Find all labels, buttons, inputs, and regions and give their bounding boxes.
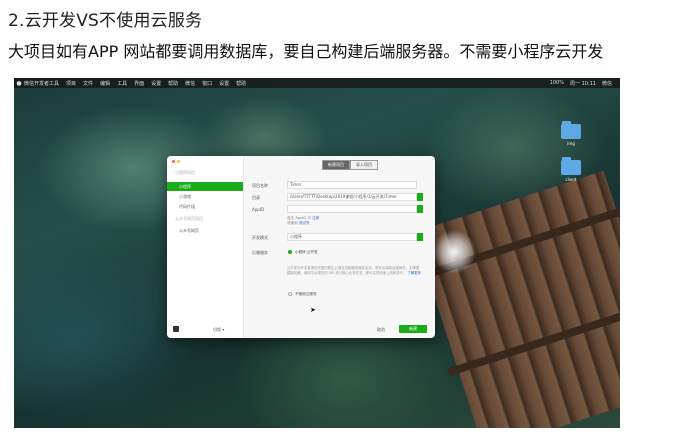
no-cloud-option-label: 不使用云服务 (295, 292, 317, 296)
register-link[interactable]: 注册 (312, 216, 319, 220)
light-glow (432, 230, 476, 274)
directory-input[interactable]: /Users/TTTTT/Desktop/2019课程/小程序/1/云开发/Ti… (287, 193, 417, 201)
folder-icon (561, 157, 581, 175)
menu-item[interactable]: 界面 (134, 80, 144, 87)
window-controls (172, 160, 180, 163)
dev-mode-dropdown-button[interactable] (417, 233, 423, 241)
switch-account-button[interactable]: 切换 ▾ (213, 327, 224, 333)
close-icon[interactable] (172, 160, 175, 163)
cancel-button[interactable]: 取消 (377, 327, 385, 333)
minimize-icon[interactable] (177, 160, 180, 163)
tab-new-project[interactable]: 新建项目 (322, 160, 350, 170)
menu-item[interactable]: 微信开发者工具 (24, 80, 59, 87)
apple-icon[interactable]: ● (14, 80, 24, 87)
cloud-dev-option-label: 小程序·云开发 (295, 250, 318, 254)
sidebar-item-webpage[interactable]: 公众号网页 (167, 226, 243, 235)
desktop-icon-img[interactable]: img (560, 121, 582, 146)
backend-label: 后端服务 (252, 250, 268, 255)
dev-mode-label: 开发模式 (252, 235, 268, 240)
cloud-dev-description: 云开发为开发者提供完整的原生云端支持和微信服务支持，弱化后端和运维概念，无需搭建… (287, 266, 422, 275)
sidebar-item-snippet[interactable]: 代码片段 (167, 202, 243, 211)
radio-cloud-dev[interactable] (288, 250, 292, 254)
desktop-icon-client[interactable]: client (560, 157, 582, 182)
project-name-input[interactable]: Timer (287, 181, 417, 189)
directory-picker-button[interactable] (417, 193, 423, 201)
mouse-cursor-icon: ➤ (310, 306, 316, 314)
sidebar-item-minigame[interactable]: 小游戏 (167, 192, 243, 201)
directory-label: 目录 (252, 195, 260, 200)
dialog-main: 新建项目 导入项目 项目名称 Timer 目录 /Users/TTTTT/Des… (244, 156, 435, 338)
mac-menubar: ● 微信开发者工具 项目 文件 编辑 工具 界面 设置 帮助 微信 窗口 设置 … (14, 78, 620, 88)
sidebar-item-miniprogram[interactable]: 小程序 (167, 182, 243, 191)
menu-item[interactable]: 帮助 (236, 80, 246, 87)
menu-item[interactable]: 工具 (117, 80, 127, 87)
menu-item[interactable]: 编辑 (100, 80, 110, 87)
appid-dropdown-button[interactable] (417, 205, 423, 213)
dialog-sidebar: 小程序项目 小程序 小游戏 代码片段 公众号网页项目 公众号网页 切换 ▾ (167, 156, 244, 338)
create-button[interactable]: 新建 (399, 325, 427, 333)
menu-item[interactable]: 帮助 (168, 80, 178, 87)
status-app: 微信 (601, 80, 612, 87)
menu-item[interactable]: 设置 (219, 80, 229, 87)
section-heading: 2.云开发VS不使用云服务 (8, 11, 203, 31)
appid-label: AppID (252, 207, 265, 212)
menu-item[interactable]: 设置 (151, 80, 161, 87)
folder-icon (561, 121, 581, 139)
screenshot-image: ● 微信开发者工具 项目 文件 编辑 工具 界面 设置 帮助 微信 窗口 设置 … (14, 78, 620, 428)
appid-test-hint: 或使用 测试号 (287, 221, 310, 225)
qrcode-icon[interactable] (173, 326, 179, 332)
menu-item[interactable]: 文件 (83, 80, 93, 87)
status-battery: 100% (549, 79, 564, 86)
sidebar-group-title: 公众号网页项目 (175, 216, 203, 221)
radio-no-cloud[interactable] (288, 292, 292, 296)
status-clock: 周一 10:11 (569, 80, 596, 87)
menu-item[interactable]: 窗口 (202, 80, 212, 87)
dialog-tabs: 新建项目 导入项目 (322, 160, 378, 170)
tab-import-project[interactable]: 导入项目 (350, 160, 378, 170)
project-name-label: 项目名称 (252, 183, 268, 188)
new-project-dialog: 小程序项目 小程序 小游戏 代码片段 公众号网页项目 公众号网页 切换 ▾ 新建… (167, 156, 435, 338)
sidebar-group-title: 小程序项目 (175, 170, 195, 175)
test-account-link[interactable]: 测试号 (299, 221, 310, 225)
section-paragraph: 大项目如有APP 网站都要调用数据库，要自己构建后端服务器。不需要小程序云开发 (8, 42, 604, 61)
menu-item[interactable]: 微信 (185, 80, 195, 87)
dev-mode-select[interactable]: 小程序 (287, 233, 417, 241)
appid-input[interactable] (287, 205, 417, 213)
learn-more-link[interactable]: 了解更多 (408, 271, 422, 275)
menu-item[interactable]: 项目 (66, 80, 76, 87)
